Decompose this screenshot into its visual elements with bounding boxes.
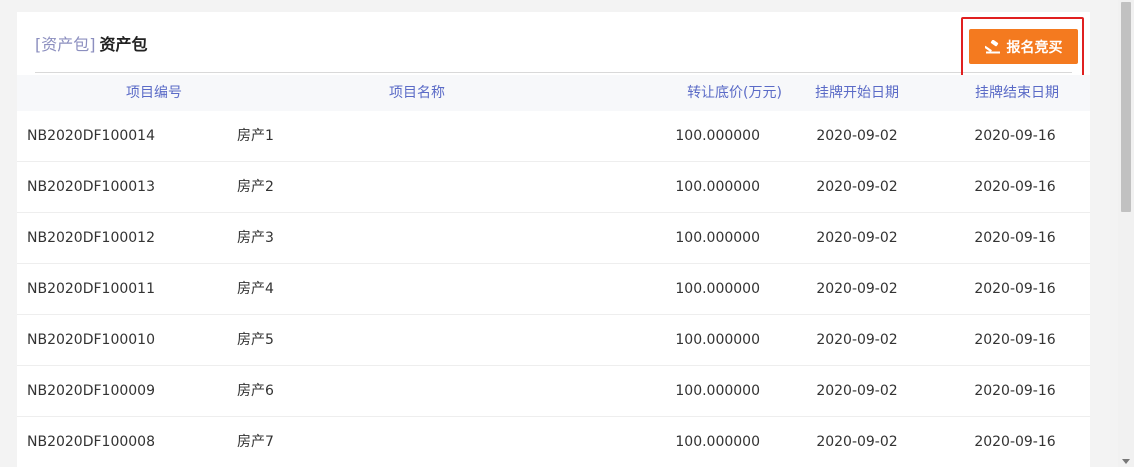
page: [资产包] 资产包 报名竞买 项目编号 项目名称 转让底价(万元) 挂牌开始日期… xyxy=(0,0,1134,467)
listing-end-date: 2020-09-16 xyxy=(974,332,1056,348)
listing-start-date: 2020-09-02 xyxy=(816,128,898,144)
panel-header: [资产包] 资产包 报名竞买 xyxy=(17,12,1090,77)
project-name: 房产6 xyxy=(237,383,274,399)
project-name: 房产1 xyxy=(237,128,274,144)
column-header-listing-start: 挂牌开始日期 xyxy=(815,85,899,101)
project-name: 房产3 xyxy=(237,230,274,246)
project-code: NB2020DF100010 xyxy=(27,332,155,348)
table-header: 项目编号 项目名称 转让底价(万元) 挂牌开始日期 挂牌结束日期 xyxy=(17,75,1090,111)
listing-end-date: 2020-09-16 xyxy=(974,383,1056,399)
reserve-price: 100.000000 xyxy=(675,383,760,399)
listing-start-date: 2020-09-02 xyxy=(816,332,898,348)
page-title: [资产包] 资产包 xyxy=(35,34,148,56)
listing-start-date: 2020-09-02 xyxy=(816,179,898,195)
reserve-price: 100.000000 xyxy=(675,230,760,246)
project-name: 房产5 xyxy=(237,332,274,348)
project-code: NB2020DF100013 xyxy=(27,179,155,195)
table-row[interactable]: NB2020DF100011 房产4 100.000000 2020-09-02… xyxy=(17,264,1090,315)
project-code: NB2020DF100012 xyxy=(27,230,155,246)
register-bid-label: 报名竞买 xyxy=(1006,39,1063,56)
table-row[interactable]: NB2020DF100012 房产3 100.000000 2020-09-02… xyxy=(17,213,1090,264)
column-header-listing-end: 挂牌结束日期 xyxy=(975,85,1059,101)
table-row[interactable]: NB2020DF100014 房产1 100.000000 2020-09-02… xyxy=(17,111,1090,162)
register-bid-button[interactable]: 报名竞买 xyxy=(969,29,1078,64)
reserve-price: 100.000000 xyxy=(675,434,760,450)
listing-start-date: 2020-09-02 xyxy=(816,434,898,450)
listing-end-date: 2020-09-16 xyxy=(974,434,1056,450)
table-row[interactable]: NB2020DF100008 房产7 100.000000 2020-09-02… xyxy=(17,417,1090,467)
reserve-price: 100.000000 xyxy=(675,332,760,348)
listing-end-date: 2020-09-16 xyxy=(974,230,1056,246)
table-row[interactable]: NB2020DF100009 房产6 100.000000 2020-09-02… xyxy=(17,366,1090,417)
column-header-project-code: 项目编号 xyxy=(126,85,182,101)
project-name: 房产2 xyxy=(237,179,274,195)
listing-start-date: 2020-09-02 xyxy=(816,230,898,246)
reserve-price: 100.000000 xyxy=(675,128,760,144)
gavel-icon xyxy=(984,39,1001,54)
project-code: NB2020DF100011 xyxy=(27,281,155,297)
scrollbar-thumb[interactable] xyxy=(1121,2,1131,212)
scroll-down-arrow-icon[interactable] xyxy=(1122,459,1130,464)
vertical-scrollbar[interactable] xyxy=(1118,0,1134,467)
asset-package-panel: [资产包] 资产包 报名竞买 项目编号 项目名称 转让底价(万元) 挂牌开始日期… xyxy=(17,12,1090,467)
title-tag: [资产包] xyxy=(35,35,96,54)
table-row[interactable]: NB2020DF100013 房产2 100.000000 2020-09-02… xyxy=(17,162,1090,213)
listing-end-date: 2020-09-16 xyxy=(974,179,1056,195)
listing-end-date: 2020-09-16 xyxy=(974,128,1056,144)
project-name: 房产4 xyxy=(237,281,274,297)
project-code: NB2020DF100014 xyxy=(27,128,155,144)
column-header-project-name: 项目名称 xyxy=(389,85,445,101)
reserve-price: 100.000000 xyxy=(675,281,760,297)
listing-end-date: 2020-09-16 xyxy=(974,281,1056,297)
title-text: 资产包 xyxy=(99,35,148,54)
listing-start-date: 2020-09-02 xyxy=(816,281,898,297)
title-divider xyxy=(35,72,1072,73)
column-header-reserve-price: 转让底价(万元) xyxy=(687,85,782,101)
reserve-price: 100.000000 xyxy=(675,179,760,195)
table-row[interactable]: NB2020DF100010 房产5 100.000000 2020-09-02… xyxy=(17,315,1090,366)
project-code: NB2020DF100008 xyxy=(27,434,155,450)
listing-start-date: 2020-09-02 xyxy=(816,383,898,399)
project-code: NB2020DF100009 xyxy=(27,383,155,399)
project-table: 项目编号 项目名称 转让底价(万元) 挂牌开始日期 挂牌结束日期 NB2020D… xyxy=(17,75,1090,467)
project-name: 房产7 xyxy=(237,434,274,450)
